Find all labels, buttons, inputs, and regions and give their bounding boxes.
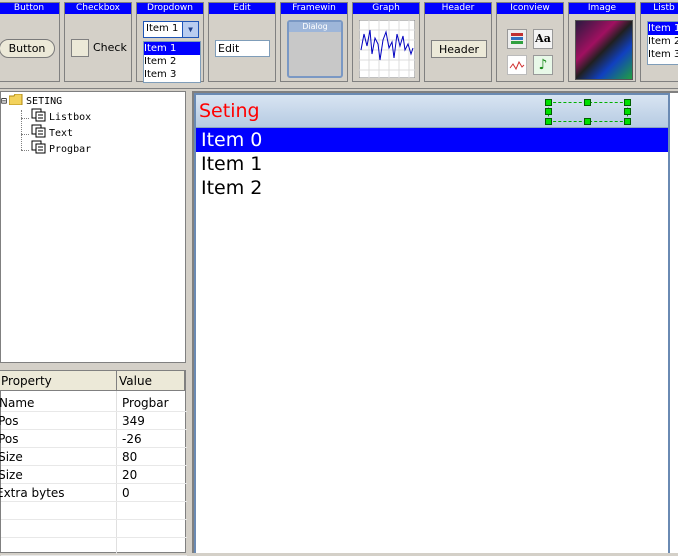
list-item[interactable]: Item 1 xyxy=(196,152,668,176)
framewin-listbox[interactable]: Item 0 Item 1 Item 2 xyxy=(196,128,668,553)
palette-edit[interactable]: Edit Edit xyxy=(208,2,276,82)
palette-title: Image xyxy=(569,3,635,14)
palette-header[interactable]: Header Header xyxy=(424,2,492,82)
resize-handle[interactable] xyxy=(584,99,591,106)
collapse-icon[interactable]: ⊟ xyxy=(1,94,7,110)
resize-handle[interactable] xyxy=(545,99,552,106)
widget-tree[interactable]: ⊟ SETING Listbox Text Progbar xyxy=(0,91,186,363)
property-name: xPos xyxy=(0,414,19,428)
list-item[interactable]: Item 1 xyxy=(144,42,200,55)
palette-title: Checkbox xyxy=(65,3,131,14)
property-value[interactable]: 0 xyxy=(122,484,130,502)
property-value[interactable]: 80 xyxy=(122,448,137,466)
resize-handle[interactable] xyxy=(545,118,552,125)
property-column-header[interactable]: Property xyxy=(0,371,117,391)
sample-edit-field[interactable]: Edit xyxy=(215,40,270,57)
palette-title: Iconview xyxy=(497,3,563,14)
list-item[interactable]: Item 2 xyxy=(144,55,200,68)
tree-item-progbar[interactable]: Progbar xyxy=(21,140,92,160)
resize-handle[interactable] xyxy=(584,118,591,125)
framewin-titlebar[interactable]: Seting xyxy=(196,95,668,128)
property-value[interactable]: 20 xyxy=(122,466,137,484)
palette-dropdown[interactable]: Dropdown Item 1 ▼ Item 1 Item 2 Item 3 xyxy=(136,2,204,83)
books-icon[interactable] xyxy=(507,29,527,49)
property-row[interactable]: ySize 20 xyxy=(0,466,187,484)
palette-button[interactable]: Button Button xyxy=(0,2,60,82)
palette-iconview[interactable]: Iconview Aa ♪ xyxy=(496,2,564,82)
property-name: Extra bytes xyxy=(0,486,65,500)
dropdown-selected: Item 1 xyxy=(146,23,179,34)
palette-title: Listb xyxy=(641,3,678,14)
resize-handle[interactable] xyxy=(545,108,552,115)
mini-framewin: Dialog xyxy=(287,20,343,78)
list-item[interactable]: Item 1 xyxy=(648,22,678,35)
property-row[interactable]: Extra bytes 0 xyxy=(0,484,187,502)
font-aa-icon[interactable]: Aa xyxy=(533,29,553,49)
checkbox-label: Check xyxy=(93,41,127,54)
tree-item-text[interactable]: Text xyxy=(21,124,74,142)
property-row[interactable] xyxy=(1,520,187,538)
palette-image[interactable]: Image xyxy=(568,2,636,82)
property-value[interactable]: 349 xyxy=(122,412,145,430)
resize-handle[interactable] xyxy=(624,99,631,106)
list-item[interactable]: Item 2 xyxy=(196,176,668,200)
tree-item-label: Progbar xyxy=(49,144,92,155)
sample-listbox[interactable]: Item 1 Item 2 Item 3 xyxy=(647,21,678,65)
dropdown-list[interactable]: Item 1 Item 2 Item 3 xyxy=(143,41,201,83)
property-name: xSize xyxy=(0,450,23,464)
palette-title: Graph xyxy=(353,3,419,14)
palette-title: Framewin xyxy=(281,3,347,14)
palette-graph[interactable]: Graph xyxy=(352,2,420,82)
list-item[interactable]: Item 0 xyxy=(196,128,668,152)
widget-palette: Button Button Checkbox Check Dropdown It… xyxy=(0,0,678,89)
chevron-down-icon[interactable]: ▼ xyxy=(182,22,198,37)
music-note-icon[interactable]: ♪ xyxy=(533,55,553,75)
property-row[interactable]: Name Progbar xyxy=(0,394,187,412)
property-row[interactable]: yPos -26 xyxy=(0,430,187,448)
framewin-dialog[interactable]: Seting Item 0 Item 1 Item 2 xyxy=(194,93,670,553)
property-row[interactable] xyxy=(1,502,187,520)
property-name: ySize xyxy=(0,468,23,482)
tree-item-label: Listbox xyxy=(49,112,92,123)
property-value[interactable]: Progbar xyxy=(122,394,169,412)
palette-title: Header xyxy=(425,3,491,14)
list-item[interactable]: Item 3 xyxy=(648,48,678,61)
sample-button[interactable]: Button xyxy=(0,39,55,58)
widget-node-icon xyxy=(31,140,46,160)
sample-header[interactable]: Header xyxy=(431,40,487,58)
palette-title: Button xyxy=(0,3,59,14)
framewin-title: Seting xyxy=(199,100,260,122)
dropdown-field[interactable]: Item 1 ▼ xyxy=(143,21,199,38)
property-row[interactable]: xSize 80 xyxy=(0,448,187,466)
palette-title: Dropdown xyxy=(137,3,203,14)
palette-title: Edit xyxy=(209,3,275,14)
property-row[interactable] xyxy=(1,538,187,556)
chart-wave-icon[interactable] xyxy=(507,55,527,75)
property-name: yPos xyxy=(0,432,19,446)
checkbox-box[interactable] xyxy=(71,39,89,57)
palette-checkbox[interactable]: Checkbox Check xyxy=(64,2,132,82)
palette-listbox[interactable]: Listb Item 1 Item 2 Item 3 xyxy=(640,2,678,82)
folder-icon xyxy=(8,93,23,111)
property-name: Name xyxy=(0,396,35,410)
mini-framewin-caption: Dialog xyxy=(289,22,341,32)
value-column-header[interactable]: Value xyxy=(116,371,185,391)
resize-handle[interactable] xyxy=(624,108,631,115)
list-item[interactable]: Item 2 xyxy=(648,35,678,48)
property-value[interactable]: -26 xyxy=(122,430,142,448)
graph-preview-icon xyxy=(359,20,415,78)
palette-framewin[interactable]: Framewin Dialog xyxy=(280,2,348,82)
property-row[interactable]: xPos 349 xyxy=(0,412,187,430)
tree-item-label: Text xyxy=(49,128,74,139)
resize-handle[interactable] xyxy=(624,118,631,125)
image-preview xyxy=(575,20,633,80)
property-grid[interactable]: Property Value Name Progbar xPos 349 yPos -… xyxy=(0,370,187,556)
list-item[interactable]: Item 3 xyxy=(144,68,200,81)
